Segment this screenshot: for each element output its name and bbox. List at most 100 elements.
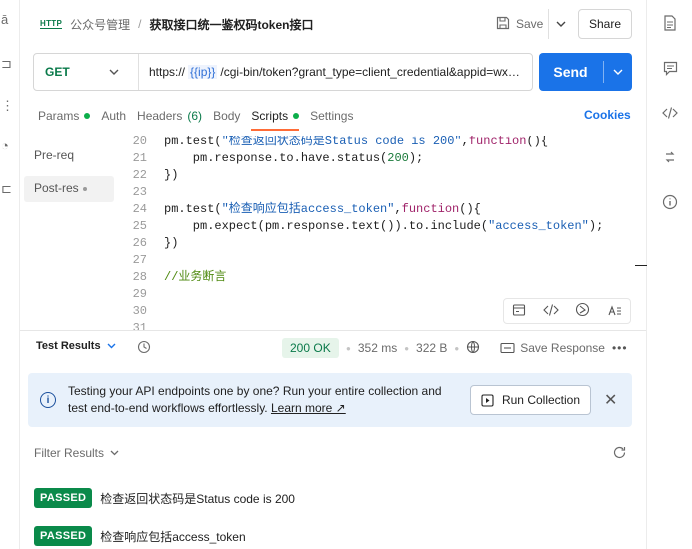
banner-line-2-text: test end-to-end workflows effortlessly. [68, 401, 268, 415]
tab-body[interactable]: Body [213, 104, 240, 128]
sidebar-edge-icon-5[interactable]: ⊏ [1, 182, 13, 195]
pre-request-tab[interactable]: Pre-req [34, 148, 74, 162]
document-icon[interactable] [661, 14, 679, 32]
response-bar: Test Results 200 OK ● 352 ms ● 322 B ● S… [20, 330, 646, 366]
banner-line-2: test end-to-end workflows effortlessly. … [68, 400, 468, 417]
test-result-row: PASSED 检查响应包括access_token [34, 526, 246, 546]
chevron-down-icon[interactable] [604, 53, 632, 91]
response-time[interactable]: 352 ms [358, 341, 397, 355]
test-result-row: PASSED 检查返回状态码是Status code is 200 [34, 488, 295, 508]
meta-separator: ● [404, 343, 410, 353]
meta-separator: ● [454, 343, 460, 353]
test-results-dropdown[interactable]: Test Results [36, 340, 116, 352]
code-text: pm.response.to.have.status(200); [164, 151, 424, 165]
cookies-link[interactable]: Cookies [584, 108, 631, 124]
line-number: 25 [132, 219, 147, 233]
test-name: 检查响应包括access_token [100, 529, 246, 544]
code-line-22: 22}) [95, 167, 636, 183]
info-banner: i Testing your API endpoints one by one?… [28, 373, 632, 427]
url-suffix: /cgi-bin/token?grant_type=client_credent… [220, 65, 520, 79]
code-icon[interactable] [542, 303, 559, 319]
post-response-dot [82, 186, 87, 191]
line-number: 30 [132, 304, 147, 318]
save-button[interactable]: Save [488, 9, 548, 39]
save-response-icon [500, 342, 515, 354]
line-number: 20 [132, 136, 147, 148]
line-number: 24 [132, 202, 147, 216]
banner-text: Testing your API endpoints one by one? R… [68, 383, 468, 417]
url-input[interactable]: https:// {{ip}} /cgi-bin/token?grant_typ… [149, 54, 529, 90]
send-button[interactable]: Send [539, 53, 632, 91]
code-icon[interactable] [661, 104, 679, 122]
send-label: Send [553, 64, 588, 80]
code-text: pm.expect(pm.response.text()).to.include… [164, 219, 604, 233]
filter-results-dropdown[interactable]: Filter Results [34, 446, 119, 460]
post-response-tab[interactable]: Post-res [34, 181, 87, 195]
code-line-27: 27 [95, 252, 636, 268]
code-text: pm.test("检查响应包括access_token",function(){ [164, 202, 481, 216]
test-results-label: Test Results [36, 340, 101, 352]
breadcrumb-separator: / [138, 17, 142, 31]
history-icon[interactable] [137, 340, 151, 357]
package-icon[interactable] [575, 302, 590, 320]
sidebar-edge-icon-2[interactable]: ⊐ [1, 57, 13, 70]
refresh-icon[interactable] [612, 445, 627, 463]
close-icon[interactable]: ✕ [604, 390, 617, 410]
sidebar-edge-icon-4[interactable]: ◔ [1, 139, 13, 152]
request-title[interactable]: 获取接口统一鉴权码token接口 [149, 16, 313, 33]
right-rail [635, 0, 692, 549]
sidebar-edge-icon-1[interactable]: ā [1, 13, 13, 26]
code-line-28: 28 //业务断言 [95, 269, 636, 285]
url-divider [138, 54, 139, 90]
save-label: Save [516, 17, 544, 31]
tab-settings[interactable]: Settings [310, 104, 353, 128]
code-text: pm.test("检查返回状态码是Status code is 200",fun… [164, 136, 549, 148]
learn-more-link[interactable]: Learn more ↗ [271, 401, 346, 415]
info-icon[interactable] [661, 193, 679, 211]
format-icon[interactable] [607, 303, 622, 320]
comment-icon[interactable] [661, 59, 679, 77]
tab-label: Params [38, 109, 80, 123]
chevron-down-icon[interactable] [109, 54, 119, 90]
chevron-down-icon [110, 450, 119, 456]
save-response-label: Save Response [520, 341, 605, 355]
tab-auth[interactable]: Auth [101, 104, 126, 128]
http-icon: HTTP [40, 19, 63, 29]
tab-label: Scripts [251, 109, 289, 123]
run-collection-label: Run Collection [501, 393, 581, 407]
tab-label: Body [213, 109, 241, 123]
arrows-icon[interactable] [661, 148, 679, 166]
chevron-down-icon [107, 343, 116, 349]
code-line-20: 20 pm.test("检查返回状态码是Status code is 200",f… [95, 136, 636, 149]
more-options-icon[interactable]: ••• [612, 341, 628, 355]
script-side-nav: Pre-req Post-res [20, 136, 114, 330]
share-button[interactable]: Share [578, 9, 632, 39]
code-line-26: 26}) [95, 235, 636, 251]
play-icon [481, 393, 494, 407]
save-options-dropdown[interactable] [548, 9, 572, 39]
left-sidebar-strip: ā ⊐ ⋮ ◔ ⊏ [0, 0, 20, 549]
snippets-icon[interactable] [512, 303, 526, 320]
globe-icon[interactable] [466, 340, 480, 357]
tab-headers[interactable]: Headers (6) [137, 104, 202, 128]
tab-params[interactable]: Params [38, 104, 91, 128]
breadcrumb-parent[interactable]: 公众号管理 [70, 16, 130, 33]
info-icon: i [40, 392, 56, 408]
tab-scripts[interactable]: Scripts [251, 104, 300, 131]
code-line-24: 24 pm.test("检查响应包括access_token",function(… [95, 201, 636, 217]
tab-label: Auth [101, 109, 127, 123]
code-text: }) [164, 236, 179, 250]
sidebar-edge-icon-3[interactable]: ⋮ [1, 99, 14, 112]
method-select[interactable]: GET [45, 54, 70, 90]
response-size[interactable]: 322 B [416, 341, 447, 355]
line-number: 28 [132, 270, 147, 284]
chevron-down-icon [556, 21, 565, 27]
line-number: 26 [132, 236, 147, 250]
run-collection-button[interactable]: Run Collection [470, 385, 591, 415]
url-variable[interactable]: {{ip}} [188, 65, 218, 79]
save-response-button[interactable]: Save Response [500, 341, 605, 355]
line-number: 23 [132, 185, 147, 199]
code-text: }) [164, 168, 179, 182]
breadcrumb: HTTP 公众号管理 / 获取接口统一鉴权码token接口 [40, 14, 313, 34]
status-badge[interactable]: 200 OK [282, 338, 339, 358]
